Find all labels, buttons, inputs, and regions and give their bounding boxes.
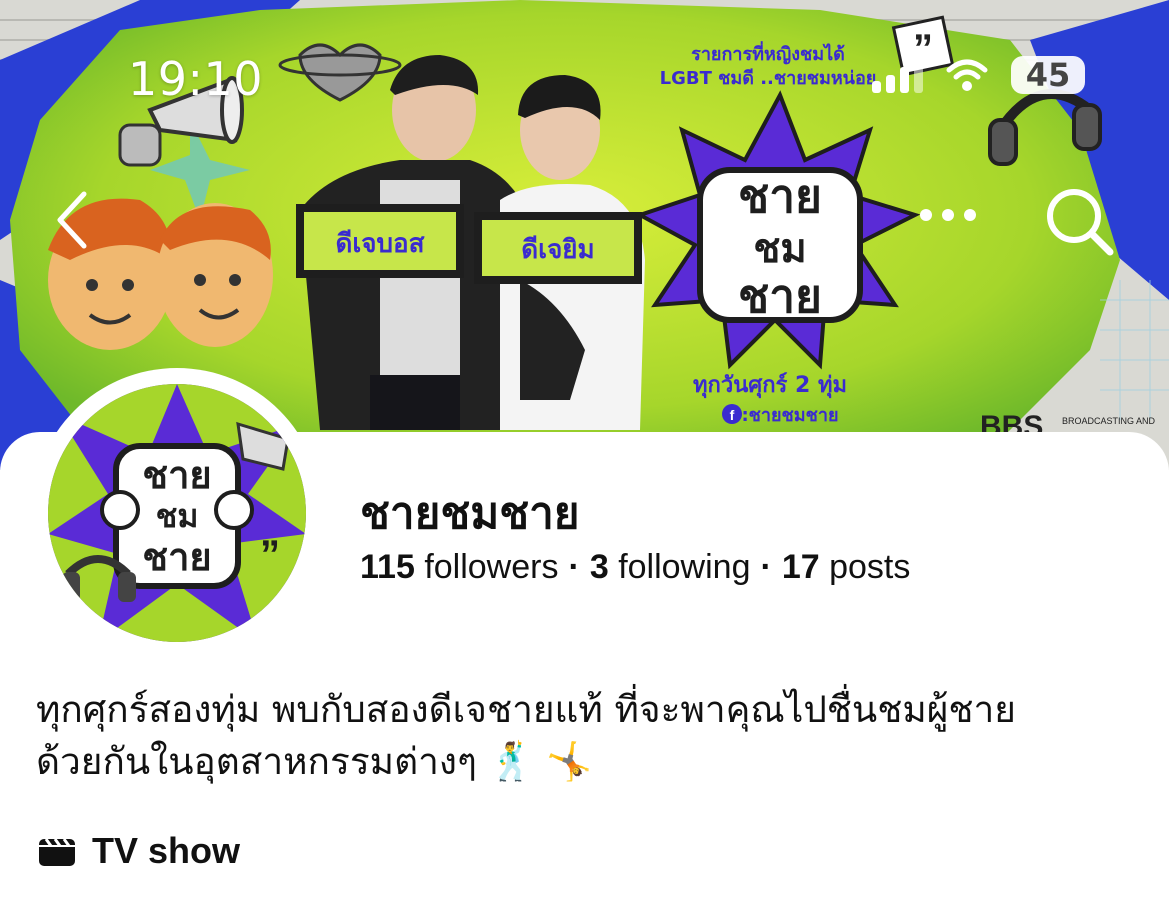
- posts-link[interactable]: 17 posts: [782, 548, 911, 586]
- page-category: TV show: [38, 830, 240, 872]
- avatar-logo: ชาย ชม ชาย ”: [48, 384, 306, 642]
- profile-bio: ทุกศุกร์สองทุ่ม พบกับสองดีเจชายแท้ ที่จะ…: [36, 684, 1136, 788]
- host2-sign: ดีเจยิม: [521, 235, 594, 265]
- followers-count: 115: [360, 548, 415, 586]
- cover-logo-line2: ชม: [753, 226, 807, 272]
- status-icons: 45: [872, 56, 1085, 94]
- avatar-logo-line1: ชาย: [142, 453, 211, 497]
- bio-line: ทุกศุกร์สองทุ่ม พบกับสองดีเจชายแท้ ที่จะ…: [36, 688, 1016, 731]
- stats-separator: ·: [760, 548, 772, 586]
- avatar[interactable]: ชาย ชม ชาย ”: [48, 384, 306, 642]
- svg-text:”: ”: [260, 533, 280, 577]
- bio-line: ด้วยกันในอุตสาหกรรมต่างๆ 🕺 🤸: [36, 740, 593, 783]
- profile-stats: 115 followers · 3 following · 17 posts: [360, 548, 910, 587]
- clapperboard-icon: [39, 838, 75, 866]
- following-count: 3: [589, 548, 609, 586]
- stats-separator: ·: [568, 548, 580, 586]
- more-horizontal-icon[interactable]: [916, 200, 980, 230]
- wifi-icon: [946, 59, 988, 91]
- cover-logo-line1: ชาย: [738, 169, 822, 223]
- followers-label: followers: [424, 548, 559, 586]
- avatar-logo-line3: ชาย: [142, 535, 211, 579]
- cover-logo-line3: ชาย: [738, 269, 822, 323]
- search-icon[interactable]: [1044, 186, 1116, 258]
- host1-sign: ดีเจบอส: [336, 229, 425, 259]
- cover-tagline-line1: รายการที่หญิงชมได้: [691, 41, 845, 65]
- cover-broadcaster: BROADCASTING AND: [1062, 416, 1156, 426]
- category-label: TV show: [92, 830, 241, 871]
- avatar-logo-line2: ชม: [156, 497, 199, 535]
- battery-indicator: 45: [1011, 56, 1085, 94]
- cover-facebook-handle: :ชายชมชาย: [741, 405, 838, 426]
- following-label: following: [618, 548, 751, 586]
- cover-tagline-line2: LGBT ชมดี ..ชายชมหน่อย: [660, 68, 877, 89]
- followers-link[interactable]: 115 followers: [360, 548, 558, 586]
- page-title: ชายชมชาย: [360, 488, 580, 539]
- status-time: 19:10: [128, 52, 264, 106]
- cellular-signal-icon: [872, 57, 923, 93]
- following-link[interactable]: 3 following: [590, 548, 751, 586]
- cover-schedule: ทุกวันศุกร์ 2 ทุ่ม: [693, 372, 847, 399]
- chevron-left-icon[interactable]: [52, 190, 92, 250]
- svg-text:f: f: [730, 407, 735, 423]
- posts-count: 17: [781, 548, 820, 586]
- posts-label: posts: [829, 548, 911, 586]
